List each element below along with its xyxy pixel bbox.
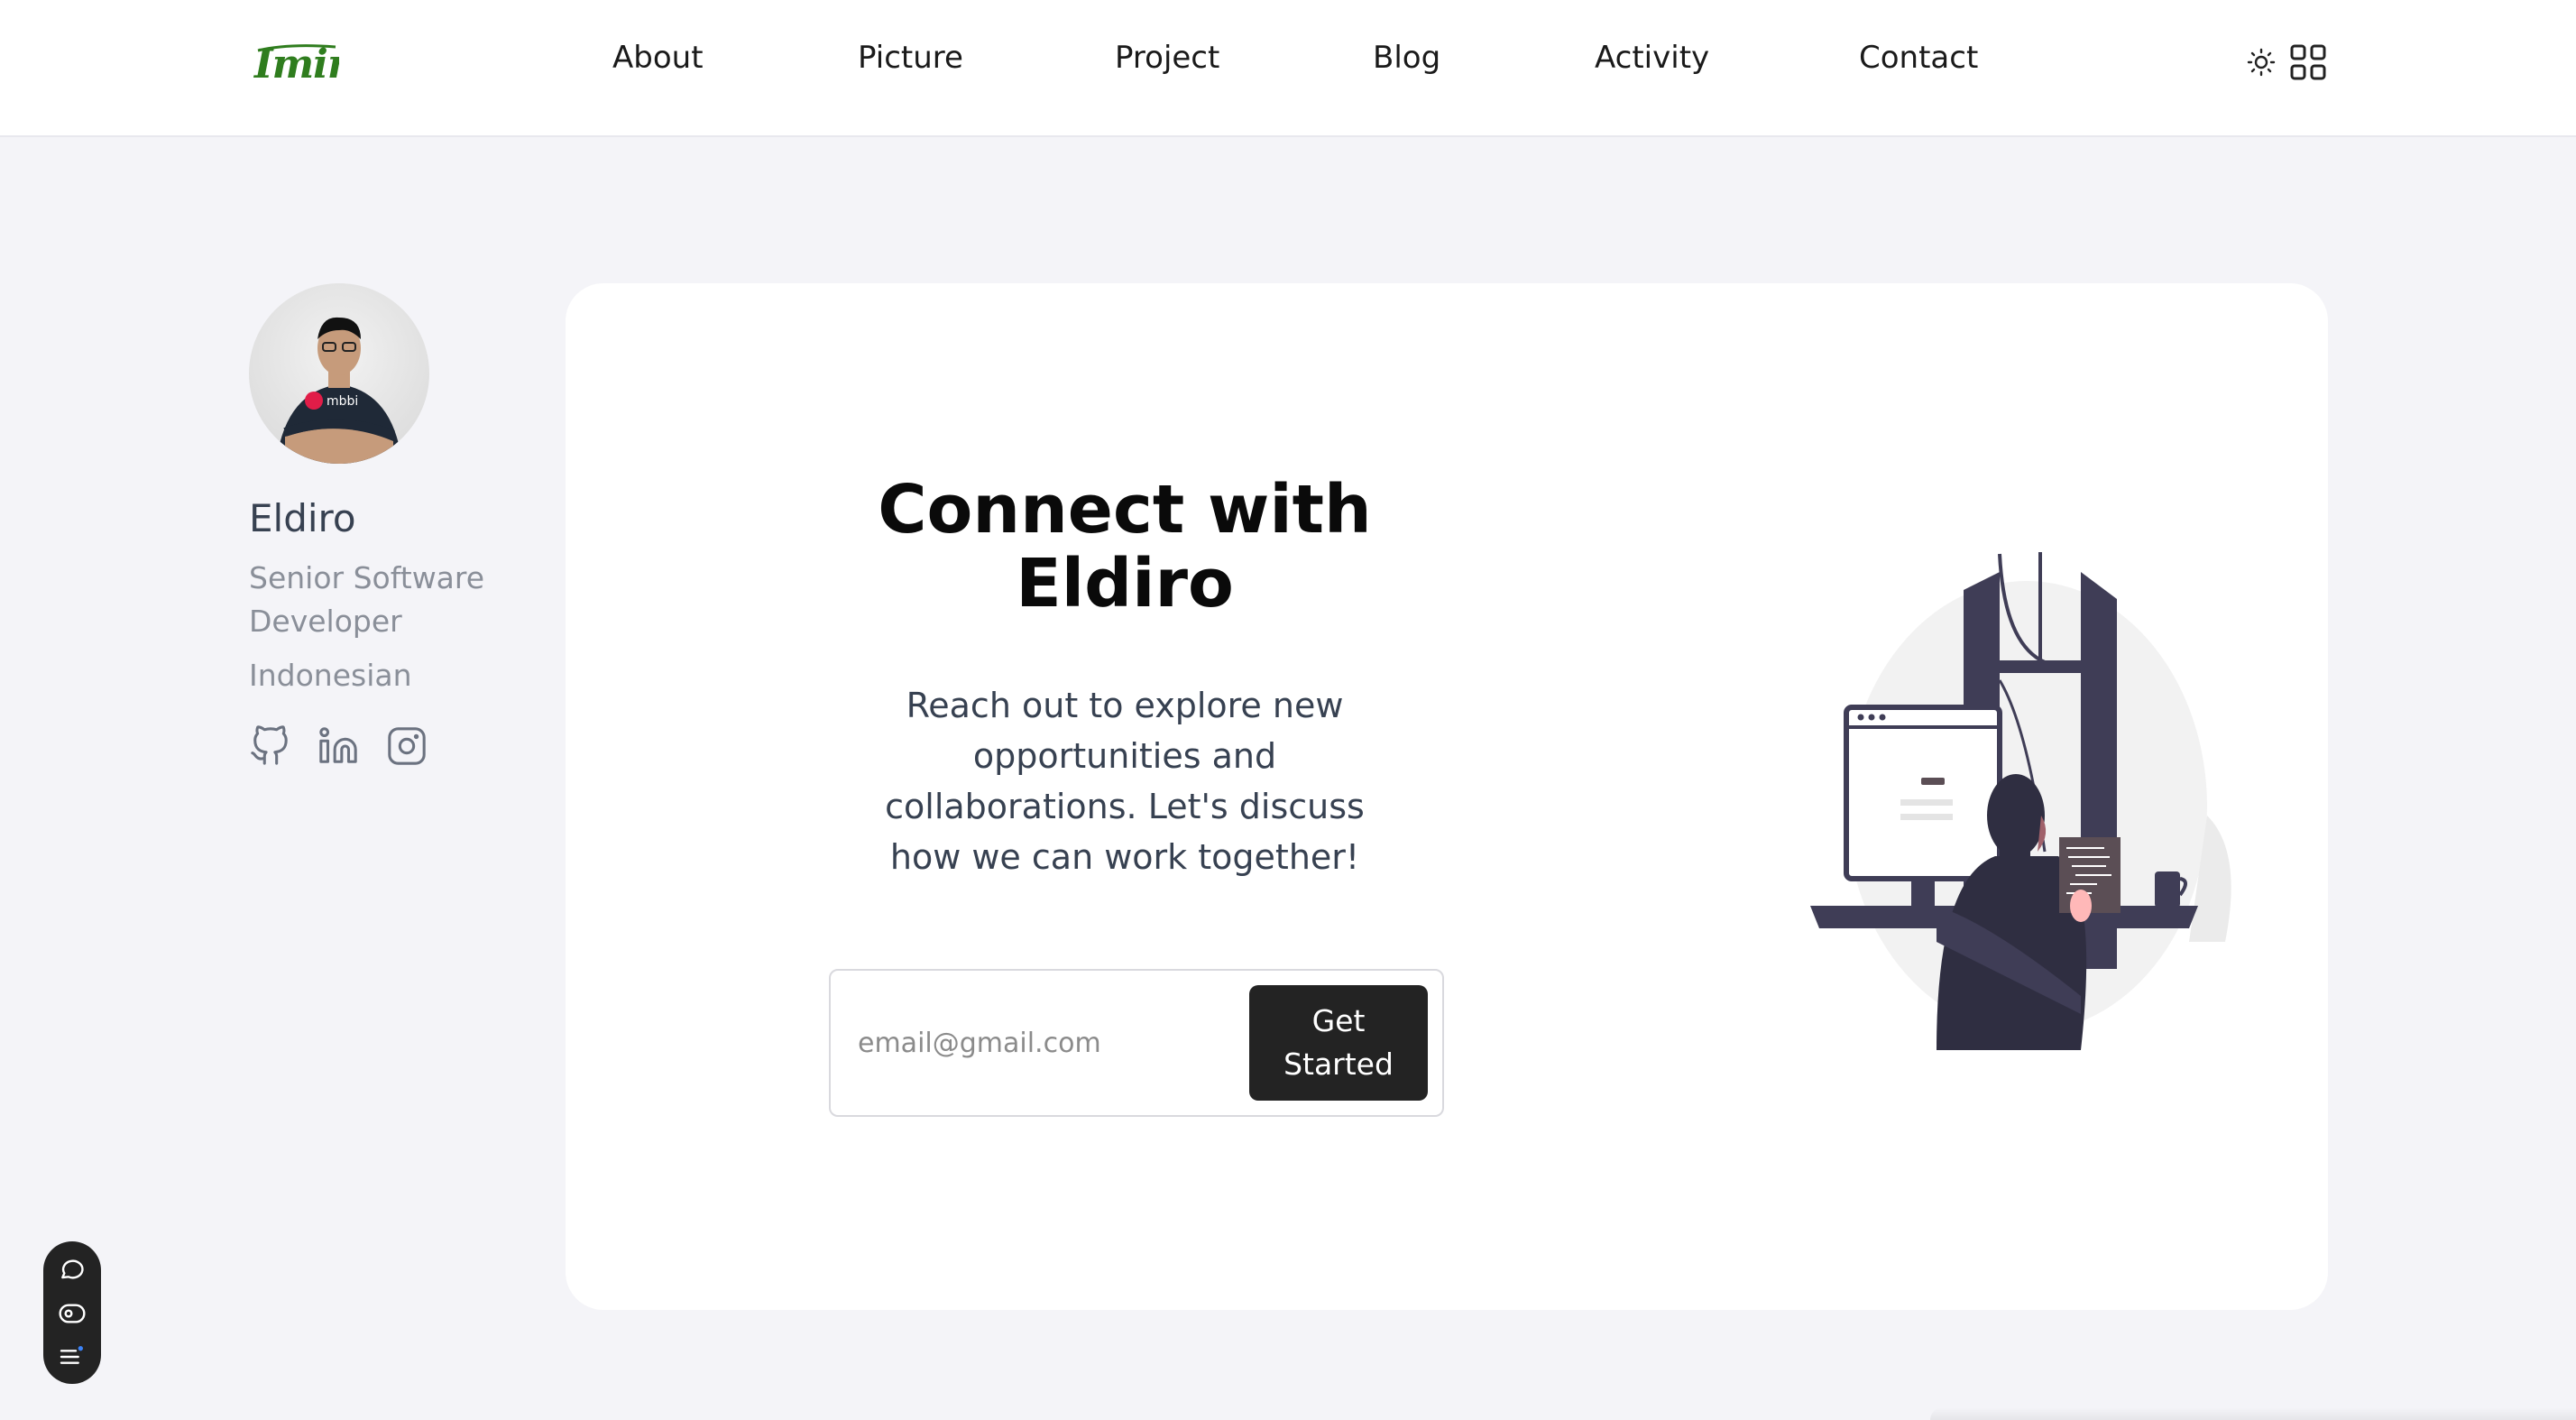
get-started-button[interactable]: Get Started [1249, 985, 1428, 1101]
scroll-shadow [1930, 1407, 2576, 1420]
site-header: Imind About Picture Project Blog Activit… [0, 0, 2576, 137]
chat-icon[interactable] [58, 1256, 87, 1285]
github-icon[interactable] [249, 725, 290, 767]
contact-card: Connect with Eldiro Reach out to explore… [566, 283, 2328, 1310]
instagram-icon[interactable] [386, 725, 428, 767]
nav-about[interactable]: About [612, 40, 704, 76]
social-links [249, 725, 520, 767]
cta-description: Reach out to explore new opportunities a… [885, 686, 1365, 877]
profile-role: Senior Software Developer [249, 560, 485, 639]
avatar: mbbi [249, 283, 429, 464]
avatar-shirt-text: mbbi [327, 394, 358, 409]
email-signup-form: Get Started [829, 969, 1444, 1117]
nav-blog[interactable]: Blog [1373, 40, 1440, 76]
nav-picture[interactable]: Picture [858, 40, 963, 76]
floating-toolbar [43, 1241, 101, 1384]
profile-sidebar: mbbi Eldiro Senior Software Developer In… [249, 283, 520, 767]
menu-icon[interactable] [58, 1342, 87, 1371]
profile-nationality: Indonesian [249, 658, 412, 693]
linkedin-icon[interactable] [317, 725, 359, 767]
profile-name: Eldiro [249, 496, 356, 540]
developer-illustration [1810, 545, 2279, 1050]
nav-contact[interactable]: Contact [1859, 40, 1978, 76]
nav-project[interactable]: Project [1115, 40, 1219, 76]
site-logo[interactable]: Imind [253, 34, 383, 90]
email-input[interactable] [858, 1007, 1219, 1079]
grid-icon[interactable] [2289, 43, 2327, 85]
sun-icon[interactable] [2246, 47, 2277, 81]
cta-title: Connect with Eldiro [878, 471, 1372, 622]
nav-activity[interactable]: Activity [1595, 40, 1709, 76]
eye-icon[interactable] [58, 1299, 87, 1328]
